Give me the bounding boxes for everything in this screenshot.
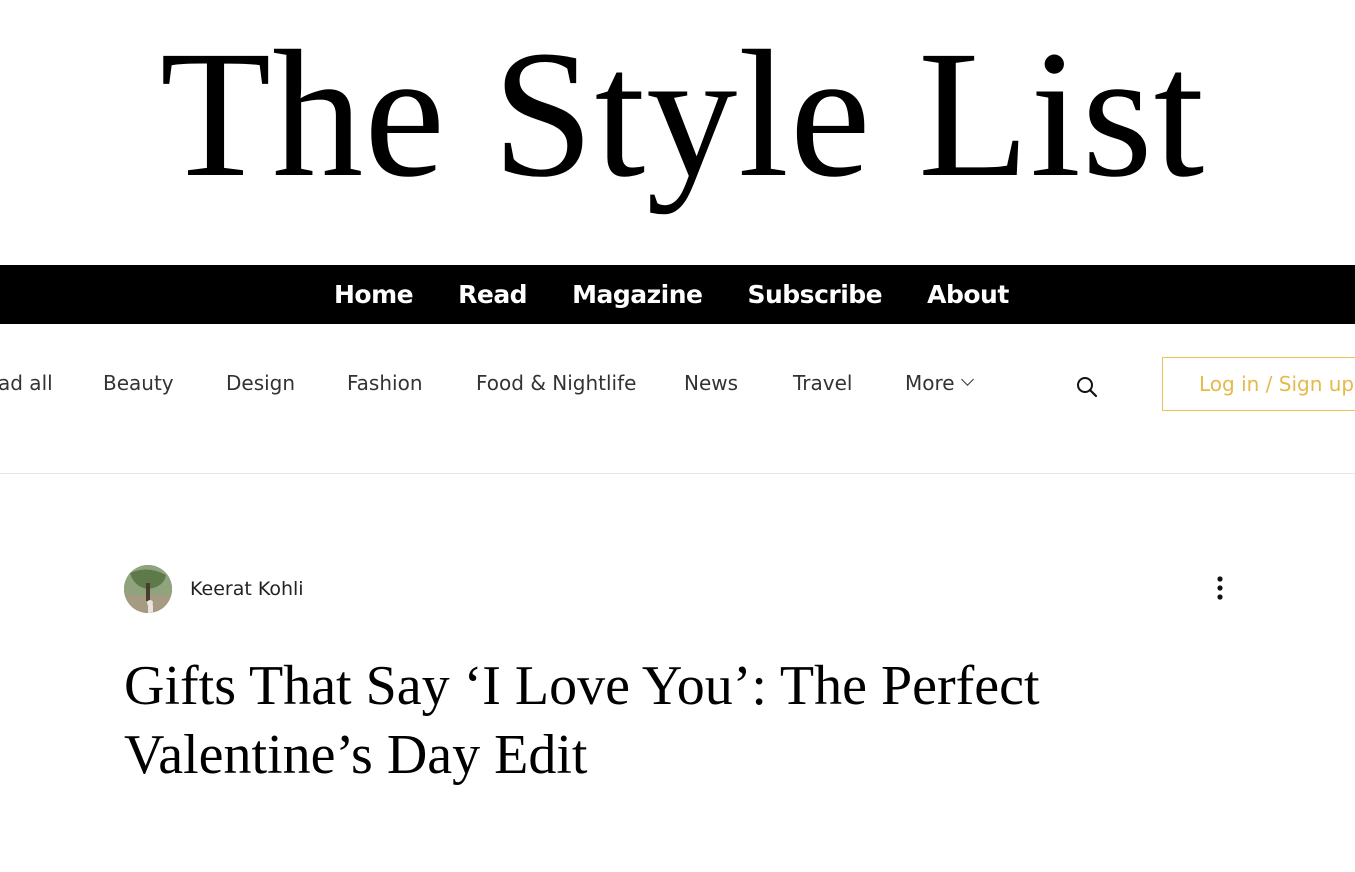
site-header: The Style List — [0, 0, 1355, 265]
more-options-icon[interactable] — [1208, 574, 1232, 602]
nav-read[interactable]: Read — [458, 280, 527, 309]
category-fashion[interactable]: Fashion — [347, 371, 423, 395]
category-food-nightlife[interactable]: Food & Nightlife — [476, 371, 636, 395]
chevron-down-icon — [960, 373, 974, 386]
post-author: Keerat Kohli — [124, 565, 304, 613]
category-travel[interactable]: Travel — [793, 371, 852, 395]
category-beauty[interactable]: Beauty — [103, 371, 174, 395]
category-bar: ad all Beauty Design Fashion Food & Nigh… — [0, 324, 1355, 474]
author-name[interactable]: Keerat Kohli — [190, 578, 304, 600]
post-title: Gifts That Say ‘I Love You’: The Perfect… — [124, 655, 1040, 786]
nav-magazine[interactable]: Magazine — [572, 280, 703, 309]
site-logo[interactable]: The Style List — [160, 20, 1220, 210]
login-signup-button[interactable]: Log in / Sign up — [1162, 357, 1355, 411]
category-read-all[interactable]: ad all — [0, 371, 53, 395]
main-navigation: Home Read Magazine Subscribe About — [0, 265, 1355, 324]
main-nav-items: Home Read Magazine Subscribe About — [334, 265, 1054, 324]
avatar-photo — [124, 565, 172, 613]
category-more-label: More — [905, 371, 955, 395]
nav-subscribe[interactable]: Subscribe — [747, 280, 882, 309]
search-icon[interactable] — [1076, 376, 1098, 398]
avatar[interactable] — [124, 565, 172, 613]
nav-about[interactable]: About — [927, 280, 1009, 309]
category-design[interactable]: Design — [226, 371, 295, 395]
category-news[interactable]: News — [684, 371, 738, 395]
nav-home[interactable]: Home — [334, 280, 414, 309]
category-more[interactable]: More — [905, 371, 974, 395]
